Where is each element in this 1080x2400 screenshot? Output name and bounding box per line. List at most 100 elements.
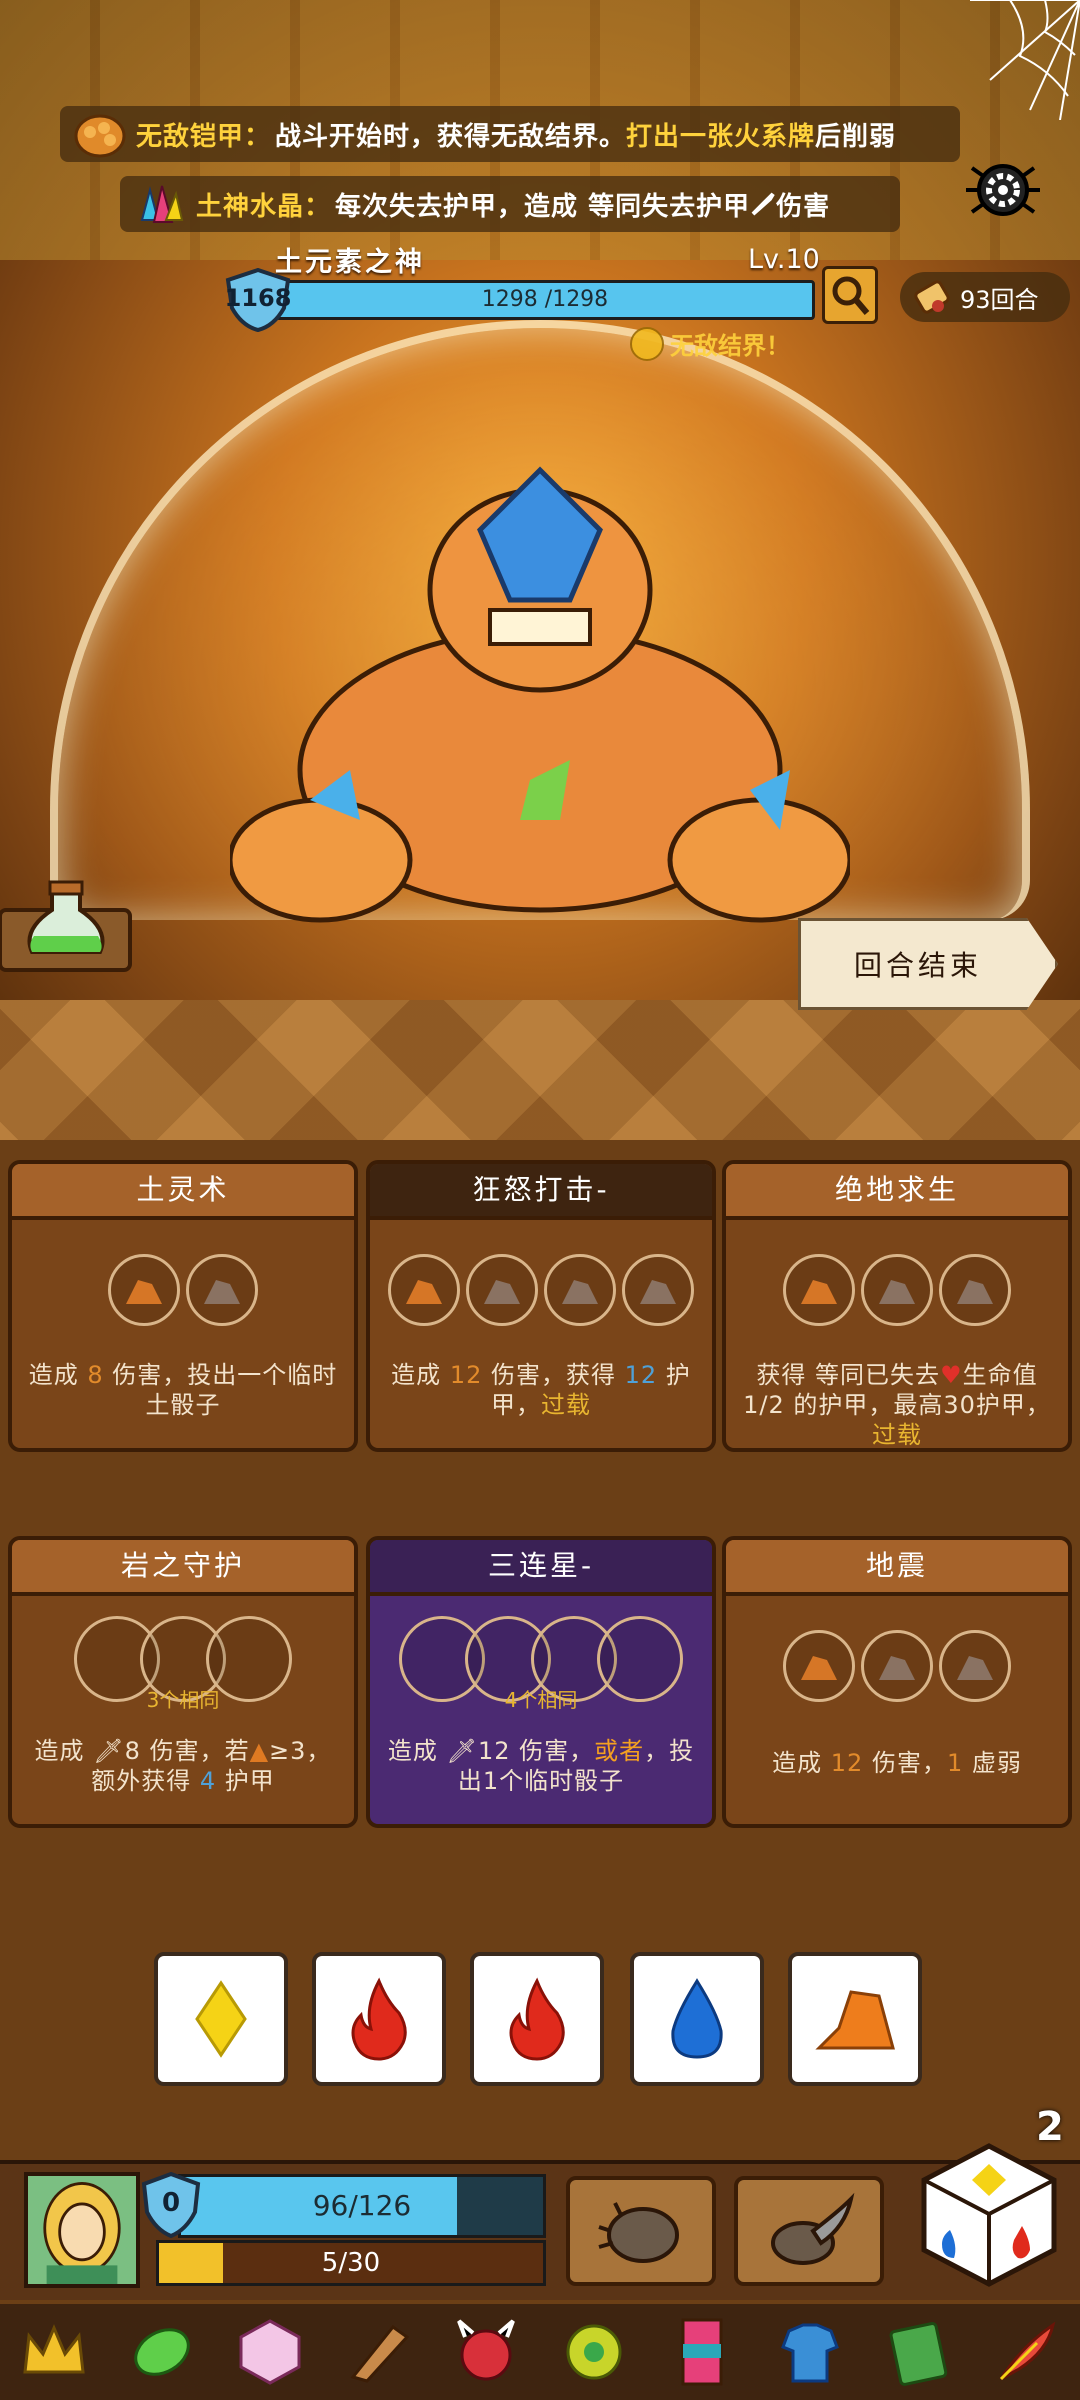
earth-rock-icon (562, 1280, 598, 1304)
fire-icon (509, 1977, 565, 2061)
earth-rock-icon (640, 1280, 676, 1304)
earth-dice-slot[interactable] (783, 1630, 855, 1702)
player-hp-bar: 96/126 (178, 2174, 546, 2238)
dice-air[interactable] (154, 1952, 288, 2086)
earth-dice-slot[interactable] (939, 1254, 1011, 1326)
desc-text: 伤害，若 (140, 1737, 250, 1765)
orb-relic[interactable] (556, 2314, 632, 2390)
desc-text: 造成 (387, 1737, 447, 1765)
dice-fire[interactable] (312, 1952, 446, 2086)
equipment-horn[interactable] (734, 2176, 884, 2286)
earth-dice-slot[interactable] (544, 1254, 616, 1326)
equipment-gauntlet[interactable] (566, 2176, 716, 2286)
earth-dice-slot[interactable] (861, 1254, 933, 1326)
earth-rock-icon (126, 1280, 162, 1304)
horn-icon (350, 2324, 410, 2383)
status-text: 无敌结界！ (670, 332, 790, 360)
rock-horn-icon (771, 2192, 855, 2265)
damage-value: 8 (124, 1737, 141, 1765)
earth-dice-slot[interactable] (939, 1630, 1011, 1702)
desc-text: 伤害，获得 (482, 1361, 625, 1389)
tunic-relic[interactable] (772, 2314, 848, 2390)
earth-dice-slot[interactable] (388, 1254, 460, 1326)
skill-card[interactable]: 绝地求生 获得 等同已失去♥生命值1/2 的护甲，最高30护甲，过载 (722, 1160, 1072, 1452)
magnifier-icon (832, 276, 870, 315)
earth-dice-slot[interactable] (466, 1254, 538, 1326)
earth-dice-slot[interactable] (783, 1254, 855, 1326)
passive-text-tail: 后削弱 (815, 121, 897, 152)
temple-floor (0, 1000, 1080, 1140)
passive-name: 无敌铠甲： (136, 121, 272, 152)
desc-text: 造成 (34, 1737, 94, 1765)
dice-slots (726, 1254, 1068, 1326)
combo-requirement: 3个相同 (146, 1688, 220, 1712)
earth-god-boss[interactable] (230, 440, 850, 940)
keyword-overload: 过载 (541, 1391, 591, 1419)
horn-relic[interactable] (340, 2314, 416, 2390)
inspect-button[interactable] (822, 266, 878, 324)
water-drop-icon (671, 1978, 723, 2059)
card-title: 三连星- (370, 1540, 712, 1596)
earth-rock-icon (484, 1280, 520, 1304)
keyword-or: 或者 (594, 1737, 645, 1765)
player-armor-badge: 0 (140, 2171, 202, 2239)
dice-slots (726, 1630, 1068, 1702)
passive-text: 每次失去护甲，造成 等同失去护甲 (335, 191, 751, 222)
boss-hp-bar: 1298 /1298 (275, 280, 815, 320)
earth-dice-slot[interactable] (861, 1630, 933, 1702)
skill-card[interactable]: 三连星- 4个相同 造成 🗡12 伤害，或者，投出1个临时骰子 (366, 1536, 716, 1828)
passive-invincible-armor[interactable]: 无敌铠甲： 战斗开始时，获得无敌结界。 打出一张火系牌 后削弱 (60, 106, 960, 162)
earth-dice-slot[interactable] (622, 1254, 694, 1326)
totem-relic[interactable] (664, 2314, 740, 2390)
desc-text: 虚弱 (963, 1749, 1022, 1777)
reroll-dice-button[interactable] (914, 2140, 1064, 2290)
potion-slot[interactable] (0, 880, 140, 980)
armor-value: 4 (199, 1767, 217, 1795)
spiked-gauntlet-icon (598, 2202, 679, 2263)
earth-dice-slot[interactable] (108, 1254, 180, 1326)
skill-card[interactable]: 岩之守护 3个相同 造成 🗡8 伤害，若▲≥3，额外获得 4 护甲 (8, 1536, 358, 1828)
earth-dice-slot[interactable] (186, 1254, 258, 1326)
feather-relic[interactable] (988, 2314, 1064, 2390)
round-count-text: 93回合 (960, 285, 1039, 314)
combo-requirement: 4个相同 (504, 1688, 578, 1712)
earth-rock-icon (957, 1656, 993, 1680)
card-title: 绝地求生 (726, 1164, 1068, 1220)
earth-rock-icon (801, 1656, 837, 1680)
feather-icon (999, 2321, 1056, 2381)
armor-plate-icon (74, 114, 126, 158)
dice-slots (12, 1254, 354, 1326)
skill-card[interactable]: 狂怒打击- 造成 12 伤害，获得 12 护甲，过载 (366, 1160, 716, 1452)
card-title: 狂怒打击- (370, 1164, 712, 1220)
boss-armor-value: 1168 (224, 284, 292, 312)
demon-relic[interactable] (448, 2314, 524, 2390)
passive-earth-crystal[interactable]: 土神水晶： 每次失去护甲，造成 等同失去护甲 伤害 (120, 176, 900, 232)
damage-value: 12 (449, 1361, 483, 1389)
crystal-cluster-icon (140, 185, 184, 223)
settings-gear-icon[interactable] (958, 150, 1048, 230)
player-xp-text: 5/30 (321, 2248, 381, 2278)
d20-relic[interactable] (232, 2314, 308, 2390)
dice-water[interactable] (630, 1952, 764, 2086)
player-avatar[interactable] (24, 2172, 140, 2288)
desc-text: 造成 (391, 1361, 450, 1389)
desc-text: 伤害， (863, 1749, 947, 1777)
skill-card[interactable]: 土灵术 造成 8 伤害，投出一个临时土骰子 (8, 1160, 358, 1452)
book-relic[interactable] (880, 2314, 956, 2390)
leaf-relic[interactable] (124, 2314, 200, 2390)
desc-text: 造成 (28, 1361, 88, 1389)
desc-text: 伤害， (510, 1737, 595, 1765)
end-turn-button[interactable]: 回合结束 (798, 918, 1058, 1010)
dice-earth[interactable] (788, 1952, 922, 2086)
boss-status-effect[interactable]: 无敌结界！ (630, 326, 790, 361)
dice-fire[interactable] (470, 1952, 604, 2086)
earth-rock-icon (957, 1280, 993, 1304)
relic-bar (0, 2304, 1080, 2400)
barrier-status-icon (630, 326, 664, 361)
skill-card[interactable]: 地震 造成 12 伤害，1 虚弱 (722, 1536, 1072, 1828)
desc-text: 获得 等同已失去 (756, 1361, 941, 1389)
earth-dice-icon: ▲ (249, 1737, 270, 1765)
totem-icon (681, 2318, 723, 2386)
fire-icon (351, 1977, 407, 2061)
crown-relic[interactable] (16, 2314, 92, 2390)
